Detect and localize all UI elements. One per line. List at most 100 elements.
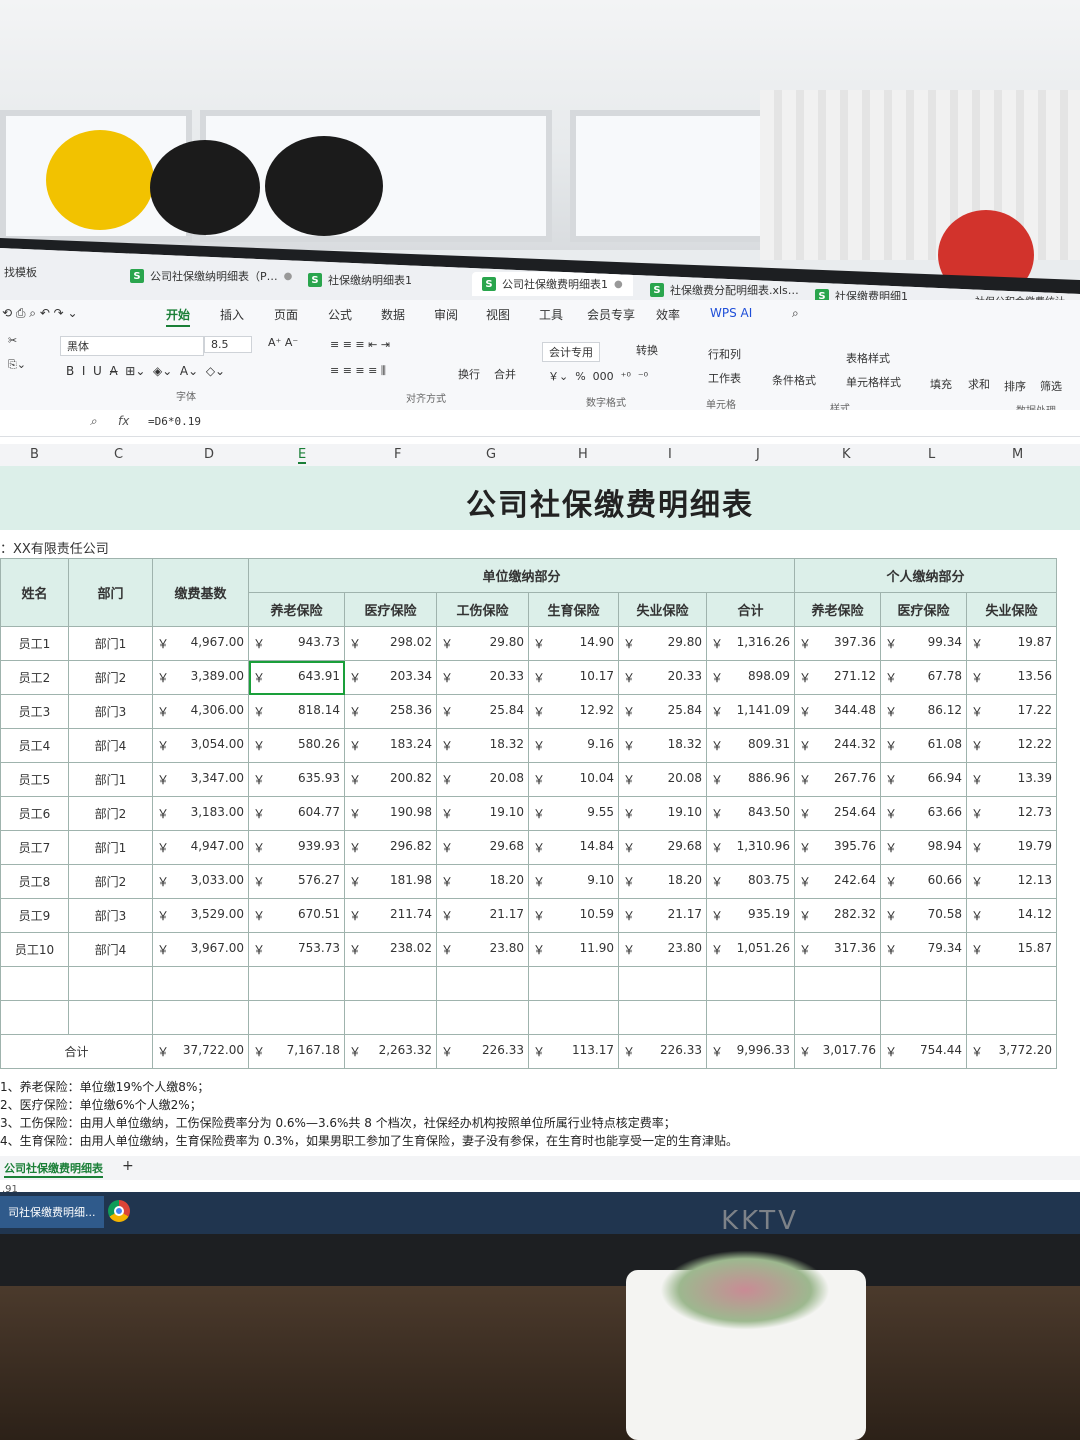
money-cell[interactable]: ￥ 9.16 [528,728,619,763]
money-cell[interactable]: ￥ 4,306.00 [152,694,249,729]
money-cell[interactable]: ￥ 935.19 [706,898,795,933]
column-header[interactable]: B [30,447,39,462]
empty-cell[interactable] [794,1000,881,1035]
money-cell[interactable]: ￥ 12.13 [966,864,1057,899]
money-cell[interactable]: ￥ 66.94 [880,762,967,797]
money-cell[interactable]: ￥ 3,054.00 [152,728,249,763]
cell-dept[interactable]: 部门2 [68,796,153,831]
column-header[interactable]: I [668,447,672,462]
money-cell[interactable]: ￥ 19.87 [966,626,1057,661]
empty-cell[interactable] [152,966,249,1001]
money-cell[interactable]: ￥ 643.91 [248,660,345,695]
money-cell[interactable]: ￥ 298.02 [344,626,437,661]
money-cell[interactable]: ￥ 242.64 [794,864,881,899]
money-cell[interactable]: ￥ 1,310.96 [706,830,795,865]
header-base[interactable]: 缴费基数 [152,558,249,627]
money-cell[interactable]: ￥ 818.14 [248,694,345,729]
money-cell[interactable]: ￥ 3,389.00 [152,660,249,695]
column-header[interactable]: H [578,447,588,462]
worksheet-button[interactable]: 工作表 [708,370,741,386]
formula-input[interactable]: =D6*0.19 [148,415,201,428]
empty-cell[interactable] [248,1000,345,1035]
money-cell[interactable]: ￥ 190.98 [344,796,437,831]
money-cell[interactable]: ￥ 37,722.00 [152,1034,249,1069]
money-cell[interactable]: ￥ 20.33 [436,660,529,695]
money-cell[interactable]: ￥ 18.20 [436,864,529,899]
money-cell[interactable]: ￥ 67.78 [880,660,967,695]
money-cell[interactable]: ￥ 29.68 [618,830,707,865]
note-line[interactable]: 4、生育保险：由用人单位缴纳，生育保险费率为 0.3%，如果男职工参加了生育保险… [0,1132,738,1150]
empty-cell[interactable] [436,1000,529,1035]
note-line[interactable]: 2、医疗保险：单位缴6%个人缴2%； [0,1096,738,1114]
money-cell[interactable]: ￥ 12.92 [528,694,619,729]
money-cell[interactable]: ￥ 1,316.26 [706,626,795,661]
money-cell[interactable]: ￥ 29.68 [436,830,529,865]
money-cell[interactable]: ￥ 60.66 [880,864,967,899]
header-medical[interactable]: 医疗保险 [344,592,437,627]
font-size-select[interactable]: 8.5 [204,336,252,353]
menu-wps-ai[interactable]: WPS AI [710,306,752,320]
search-icon[interactable]: ⌕ [792,306,799,321]
money-cell[interactable]: ￥ 63.66 [880,796,967,831]
money-cell[interactable]: ￥ 29.80 [436,626,529,661]
format-icons[interactable]: B I U A̶ ⊞⌄ ◈⌄ A⌄ ◇⌄ [66,364,225,378]
header-personal-group[interactable]: 个人缴纳部分 [794,558,1057,593]
money-cell[interactable]: ￥ 254.64 [794,796,881,831]
money-cell[interactable]: ￥ 18.32 [436,728,529,763]
money-cell[interactable]: ￥ 258.36 [344,694,437,729]
money-cell[interactable]: ￥ 9.10 [528,864,619,899]
money-cell[interactable]: ￥ 10.17 [528,660,619,695]
tab-document[interactable]: S 社保缴费分配明细表.xls… [650,278,799,302]
header-personal-unemployment[interactable]: 失业保险 [966,592,1057,627]
money-cell[interactable]: ￥ 635.93 [248,762,345,797]
money-cell[interactable]: ￥ 317.36 [794,932,881,967]
header-injury[interactable]: 工伤保险 [436,592,529,627]
sum-button[interactable]: 求和 [968,376,990,392]
menu-page[interactable]: 页面 [274,306,298,323]
number-icons[interactable]: ￥⌄ % 000 ⁺⁰ ⁻⁰ [548,368,648,384]
money-cell[interactable]: ￥ 939.93 [248,830,345,865]
money-cell[interactable]: ￥ 604.77 [248,796,345,831]
money-cell[interactable]: ￥ 7,167.18 [248,1034,345,1069]
cell-dept[interactable]: 部门2 [68,660,153,695]
money-cell[interactable]: ￥ 18.20 [618,864,707,899]
column-header[interactable]: K [842,447,851,462]
table-style-button[interactable]: 表格样式 [846,350,890,366]
cell-name[interactable]: 员工7 [0,830,69,865]
money-cell[interactable]: ￥ 576.27 [248,864,345,899]
fx-icon[interactable]: fx [118,414,129,428]
empty-cell[interactable] [966,1000,1057,1035]
menu-efficiency[interactable]: 效率 [656,306,680,323]
empty-cell[interactable] [880,1000,967,1035]
header-name[interactable]: 姓名 [0,558,69,627]
money-cell[interactable]: ￥ 3,967.00 [152,932,249,967]
empty-cell[interactable] [706,1000,795,1035]
empty-cell[interactable] [248,966,345,1001]
money-cell[interactable]: ￥ 12.22 [966,728,1057,763]
money-cell[interactable]: ￥ 238.02 [344,932,437,967]
empty-cell[interactable] [706,966,795,1001]
font-grow-icon[interactable]: A⁺ A⁻ [268,336,298,349]
money-cell[interactable]: ￥ 211.74 [344,898,437,933]
money-cell[interactable]: ￥ 98.94 [880,830,967,865]
money-cell[interactable]: ￥ 898.09 [706,660,795,695]
menu-home[interactable]: 开始 [166,306,191,327]
column-header[interactable]: F [394,447,401,462]
money-cell[interactable]: ￥ 10.04 [528,762,619,797]
note-line[interactable]: 1、养老保险：单位缴19%个人缴8%； [0,1078,738,1096]
cell-dept[interactable]: 部门2 [68,864,153,899]
sort-button[interactable]: 排序 [1004,378,1026,394]
cell-total-label[interactable]: 合计 [0,1034,153,1069]
money-cell[interactable]: ￥ 113.17 [528,1034,619,1069]
money-cell[interactable]: ￥ 61.08 [880,728,967,763]
close-icon[interactable]: ● [614,279,623,290]
cell-dept[interactable]: 部门3 [68,694,153,729]
money-cell[interactable]: ￥ 226.33 [436,1034,529,1069]
money-cell[interactable]: ￥ 14.90 [528,626,619,661]
money-cell[interactable]: ￥ 13.39 [966,762,1057,797]
header-unit-group[interactable]: 单位缴纳部分 [248,558,795,593]
empty-cell[interactable] [618,1000,707,1035]
menu-view[interactable]: 视图 [486,306,510,323]
money-cell[interactable]: ￥ 809.31 [706,728,795,763]
font-name-select[interactable]: 黑体 [60,336,204,356]
